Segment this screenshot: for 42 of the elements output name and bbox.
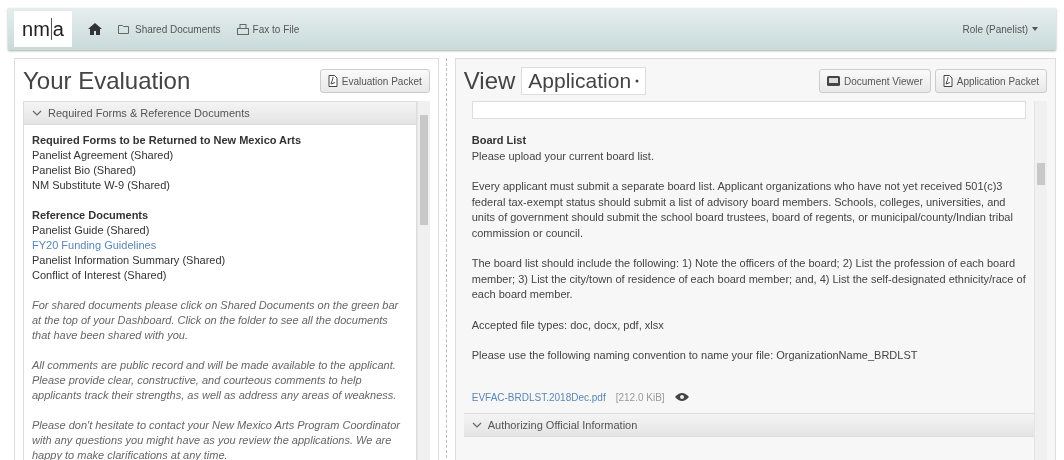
toolbar-button[interactable]: Application Packet <box>934 69 1047 93</box>
document-item: Panelist Agreement (Shared) <box>32 149 174 161</box>
instruction-text: Accepted file types: doc, docx, pdf, xlsx <box>471 317 665 333</box>
role-menu[interactable]: Role (Panelist) <box>956 22 1044 36</box>
document-item: NM Substitute W-9 (Shared) <box>32 179 170 191</box>
nav-link[interactable]: Shared Documents <box>118 23 221 35</box>
file-size: [212.0 KiB] <box>615 390 665 405</box>
section-heading: Board List <box>471 133 528 148</box>
folder-icon <box>118 24 131 34</box>
instruction-text: For shared documents please click on Shared Documents on the green bar at the top of your Dashboard. Click on the folder to see all the documents that have been shared with you. <box>32 298 400 343</box>
instruction-text: All comments are public record and will be made available to the applicant. Please provide clear, constructive, and courteous comments to help applicants track their strengths, as well as address any areas of weakness. <box>32 358 398 403</box>
instruction-text: Please use the following naming convention to name your file: OrganizationName_BRDLST <box>471 348 919 363</box>
section-heading: Reference Documents <box>32 208 150 223</box>
logo[interactable]: nma <box>14 11 72 47</box>
input-field[interactable] <box>471 101 1026 119</box>
scrollbar[interactable] <box>1034 101 1047 460</box>
chevron-icon <box>32 109 42 117</box>
document-link[interactable]: FY20 Funding Guidelines <box>32 239 157 251</box>
panel-title: Your Evaluation <box>23 67 191 95</box>
section-heading: Required Forms to be Returned to New Mexico Arts <box>32 133 303 148</box>
view-dropdown[interactable]: Application <box>521 67 647 95</box>
chevron-icon <box>471 421 482 429</box>
file-link[interactable]: EVFAC-BRDLST.2018Dec.pdf <box>471 389 606 405</box>
accordion-header[interactable]: Authorizing Official Information <box>463 413 1034 437</box>
panel-title: View <box>463 67 516 95</box>
document-item: Panelist Guide (Shared) <box>32 224 150 236</box>
home-icon[interactable] <box>88 23 102 35</box>
evaluation-packet-button[interactable]: Evaluation Packet <box>319 69 430 93</box>
toolbar-button[interactable]: Document Viewer <box>818 69 931 93</box>
instruction-text: The board list should include the following: 1) Note the officers of the board; 2) List the profession of each board member; 3) List the city/town of residence of each board member; and, 4) List the self-designated ethnicity/race of each board member. <box>471 256 1026 302</box>
pdf-icon <box>327 75 338 87</box>
pdf-icon <box>942 75 953 87</box>
instruction-text: Please upload your current board list. <box>471 148 655 164</box>
eye-icon[interactable] <box>674 393 689 402</box>
monitor-icon <box>826 76 840 86</box>
document-item: Panelist Bio (Shared) <box>32 164 136 176</box>
instruction-text: Every applicant must submit a separate board list. Applicant organizations who have not yet received 501(c)3 federal tax-exempt status should submit a list of advisory board members. Schools, colleges, universities, and units of government should submit the school board trustees, board of regents, or municipal/county/Indian tribal commission or council. <box>471 179 1014 241</box>
document-item: Panelist Information Summary (Shared) <box>32 254 226 266</box>
fax-icon <box>236 23 249 35</box>
document-item: Conflict of Interest (Shared) <box>32 269 167 281</box>
accordion-header[interactable]: Required Forms & Reference Documents <box>24 102 416 125</box>
nav-link[interactable]: Fax to File <box>236 23 300 35</box>
